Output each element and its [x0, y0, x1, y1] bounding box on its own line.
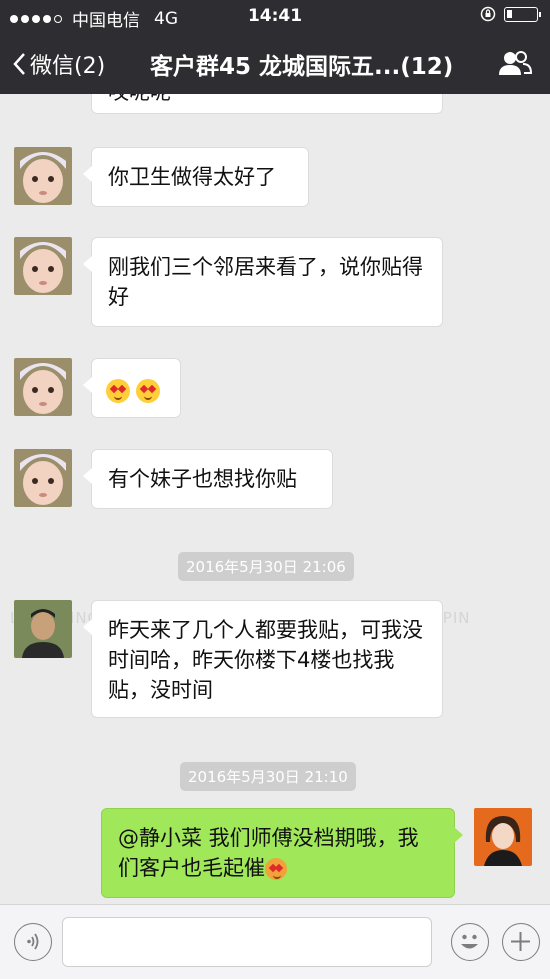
more-button[interactable] [502, 923, 540, 961]
message-bubble-self: @静小菜 我们师傅没档期哦，我们客户也毛起催 [101, 808, 463, 898]
voice-button[interactable] [14, 923, 52, 961]
avatar[interactable] [14, 600, 72, 658]
chevron-left-icon [13, 53, 25, 75]
message-bubble: 哎呢呢 [91, 94, 443, 114]
timestamp: 2016年5月30日 21:10 [180, 762, 356, 791]
message-bubble: 刚我们三个邻居来看了，说你贴得好 [83, 237, 443, 327]
clock: 14:41 [247, 6, 303, 26]
message-bubble: 有个妹子也想找你贴 [83, 449, 333, 509]
avatar[interactable] [14, 449, 72, 507]
message-input[interactable] [62, 917, 432, 967]
message-bubble [83, 358, 181, 418]
avatar[interactable] [14, 358, 72, 416]
message-bubble: 你卫生做得太好了 [83, 147, 309, 207]
emoji-button[interactable] [451, 923, 489, 961]
timestamp: 2016年5月30日 21:06 [178, 552, 354, 581]
back-button[interactable]: 微信(2) [12, 48, 105, 80]
avatar[interactable] [14, 147, 72, 205]
voice-icon [27, 933, 39, 950]
smiley-icon [461, 934, 478, 949]
self-avatar[interactable] [474, 808, 532, 866]
group-info-button[interactable] [498, 50, 533, 80]
back-label: 微信(2) [30, 54, 106, 79]
status-bar: 中国电信 4G 14:41 [0, 0, 550, 32]
rotation-lock-icon [480, 6, 496, 22]
people-icon [499, 51, 533, 75]
chat-area[interactable]: 哎呢呢 你卫生做得太好了 刚我们三个邻居来看了，说你贴得好 [0, 94, 550, 904]
input-bar [0, 904, 550, 979]
heart-eyes-emoji-icon [106, 379, 130, 403]
nav-bar: 微信(2) 客户群45 龙城国际五...(12) [0, 32, 550, 94]
heart-eyes-emoji-icon [136, 379, 160, 403]
avatar[interactable] [14, 237, 72, 295]
message-bubble: 昨天来了几个人都要我贴，可我没时间哈，昨天你楼下4楼也找我贴，没时间 [83, 600, 443, 718]
angry-emoji-icon [265, 858, 287, 880]
plus-icon [511, 932, 530, 951]
battery-icon [504, 6, 541, 22]
chat-title: 客户群45 龙城国际五...(12) [150, 54, 454, 80]
